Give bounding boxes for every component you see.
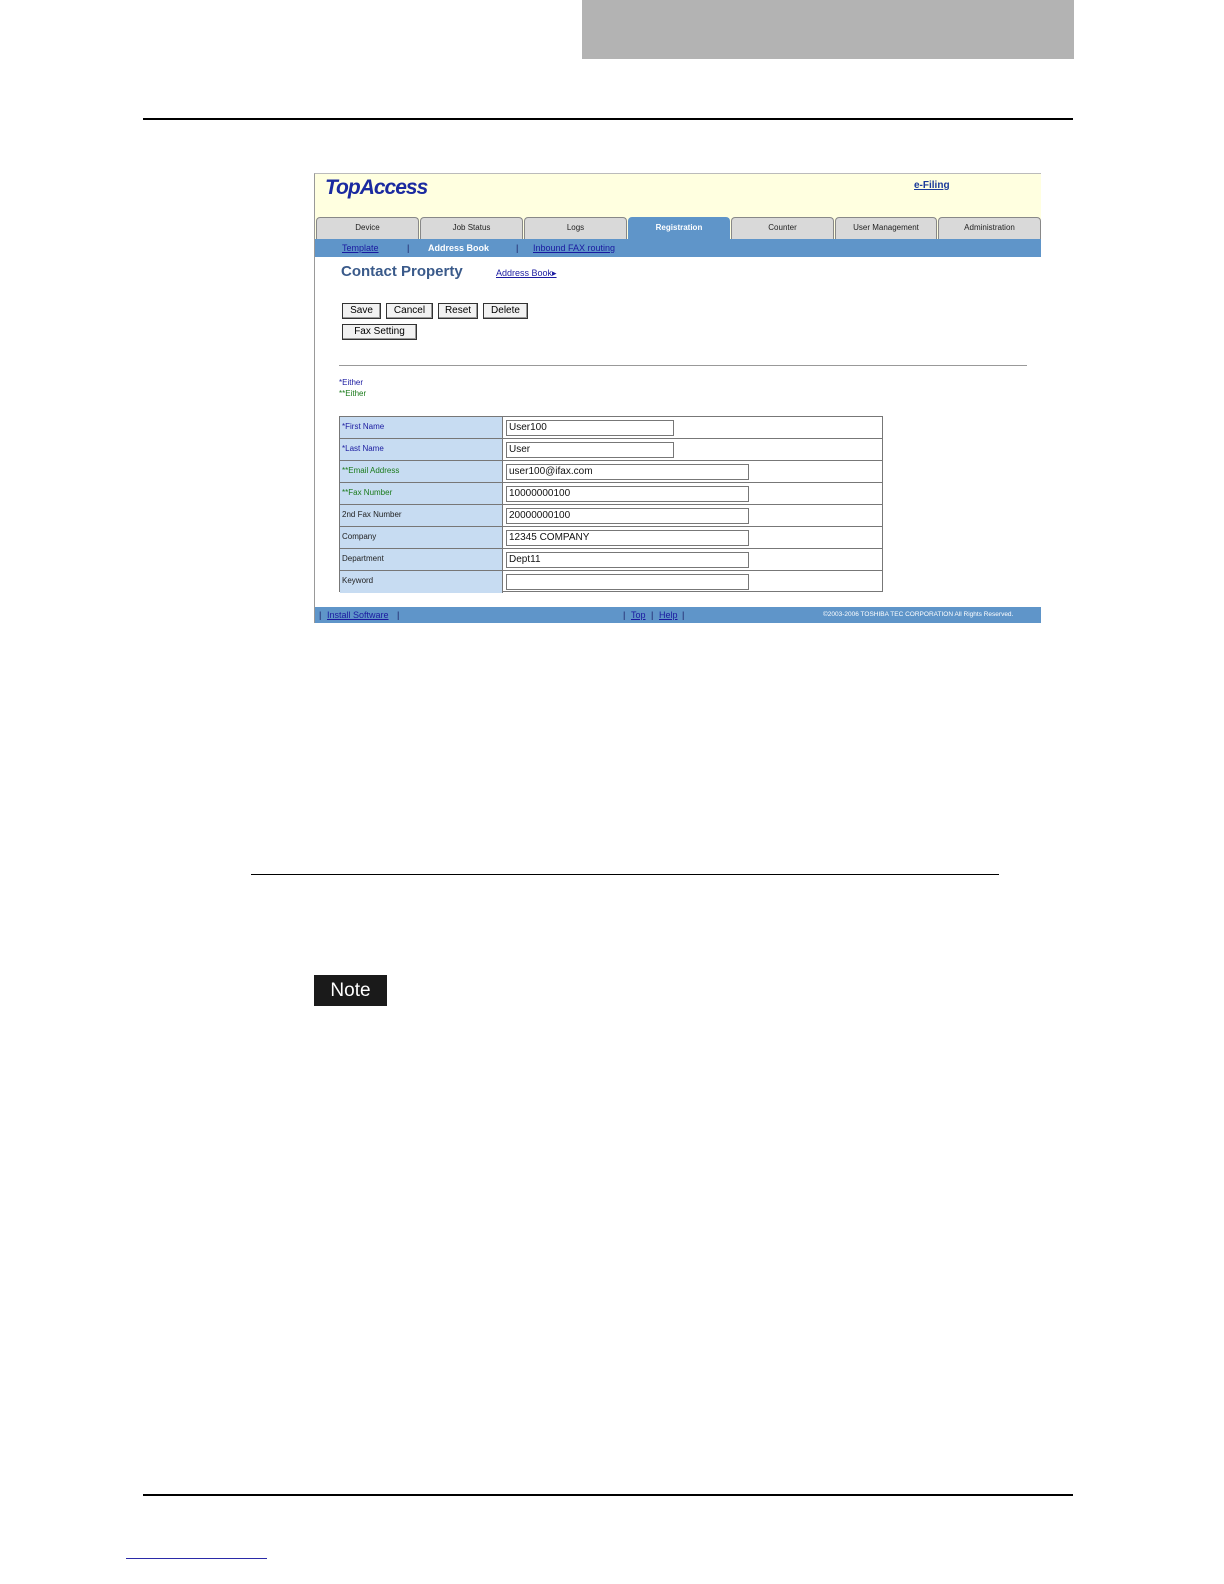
app-footer: | Install Software | | Top | Help | ©200… bbox=[315, 607, 1041, 623]
subnav-address-book[interactable]: Address Book bbox=[428, 239, 489, 257]
company-input[interactable]: 12345 COMPANY bbox=[506, 530, 749, 546]
subnav-separator: | bbox=[407, 243, 410, 253]
field-label: 2nd Fax Number bbox=[340, 505, 503, 526]
address-book-link[interactable]: Address Book▸ bbox=[496, 268, 557, 279]
delete-button[interactable]: Delete bbox=[483, 303, 528, 319]
app-header: TopAccess e-Filing bbox=[315, 174, 1041, 217]
either-note-double: **Either bbox=[339, 389, 367, 398]
field-label: Department bbox=[340, 549, 503, 570]
either-note-single: *Either bbox=[339, 378, 364, 387]
page-title: Contact Property bbox=[341, 263, 463, 280]
header-gray-block bbox=[582, 0, 1074, 59]
bottom-link-underline bbox=[126, 1558, 267, 1559]
save-button[interactable]: Save bbox=[342, 303, 381, 319]
form-row: Company 12345 COMPANY bbox=[340, 527, 882, 549]
keyword-input[interactable] bbox=[506, 574, 749, 590]
department-input[interactable]: Dept11 bbox=[506, 552, 749, 568]
efiling-link[interactable]: e-Filing bbox=[914, 180, 950, 191]
topaccess-logo: TopAccess bbox=[325, 176, 428, 199]
field-label: *First Name bbox=[340, 417, 503, 438]
tab-device[interactable]: Device bbox=[316, 217, 419, 239]
section-rule bbox=[251, 874, 999, 875]
form-row: **Fax Number 10000000100 bbox=[340, 483, 882, 505]
fax-number-input[interactable]: 10000000100 bbox=[506, 486, 749, 502]
field-label: Keyword bbox=[340, 571, 503, 593]
help-link[interactable]: Help bbox=[659, 607, 678, 623]
tab-counter[interactable]: Counter bbox=[731, 217, 834, 239]
field-label: Company bbox=[340, 527, 503, 548]
form-row: Keyword bbox=[340, 571, 882, 593]
tab-administration[interactable]: Administration bbox=[938, 217, 1041, 239]
footer-separator: | bbox=[682, 610, 685, 620]
subnav-inbound-fax-routing[interactable]: Inbound FAX routing bbox=[533, 239, 615, 257]
form-row: Department Dept11 bbox=[340, 549, 882, 571]
form-row: 2nd Fax Number 20000000100 bbox=[340, 505, 882, 527]
field-label: *Last Name bbox=[340, 439, 503, 460]
contact-form: *First Name User100 *Last Name User **Em… bbox=[339, 416, 883, 593]
top-rule bbox=[143, 118, 1073, 120]
main-tabs: Device Job Status Logs Registration Coun… bbox=[315, 217, 1041, 239]
install-software-link[interactable]: Install Software bbox=[327, 607, 389, 623]
tab-user-management[interactable]: User Management bbox=[835, 217, 937, 239]
second-fax-number-input[interactable]: 20000000100 bbox=[506, 508, 749, 524]
tab-registration[interactable]: Registration bbox=[628, 217, 730, 239]
tab-job-status[interactable]: Job Status bbox=[420, 217, 523, 239]
note-label: Note bbox=[314, 975, 387, 1006]
sub-navigation: Template | Address Book | Inbound FAX ro… bbox=[315, 239, 1041, 257]
footer-separator: | bbox=[319, 610, 322, 620]
tab-logs[interactable]: Logs bbox=[524, 217, 627, 239]
field-label: **Fax Number bbox=[340, 483, 503, 504]
field-label: **Email Address bbox=[340, 461, 503, 482]
bottom-rule bbox=[143, 1494, 1073, 1496]
email-address-input[interactable]: user100@ifax.com bbox=[506, 464, 749, 480]
fax-setting-button[interactable]: Fax Setting bbox=[342, 324, 417, 340]
cancel-button[interactable]: Cancel bbox=[386, 303, 433, 319]
form-row: *Last Name User bbox=[340, 439, 882, 461]
last-name-input[interactable]: User bbox=[506, 442, 674, 458]
footer-separator: | bbox=[397, 610, 400, 620]
subnav-separator: | bbox=[516, 243, 519, 253]
topaccess-screenshot: TopAccess e-Filing Device Job Status Log… bbox=[314, 173, 1041, 623]
subnav-template[interactable]: Template bbox=[342, 239, 379, 257]
form-row: **Email Address user100@ifax.com bbox=[340, 461, 882, 483]
reset-button[interactable]: Reset bbox=[438, 303, 478, 319]
footer-separator: | bbox=[623, 610, 626, 620]
divider bbox=[339, 365, 1027, 366]
copyright-text: ©2003-2006 TOSHIBA TEC CORPORATION All R… bbox=[823, 611, 1014, 618]
top-link[interactable]: Top bbox=[631, 607, 646, 623]
footer-separator: | bbox=[651, 610, 654, 620]
form-row: *First Name User100 bbox=[340, 417, 882, 439]
first-name-input[interactable]: User100 bbox=[506, 420, 674, 436]
